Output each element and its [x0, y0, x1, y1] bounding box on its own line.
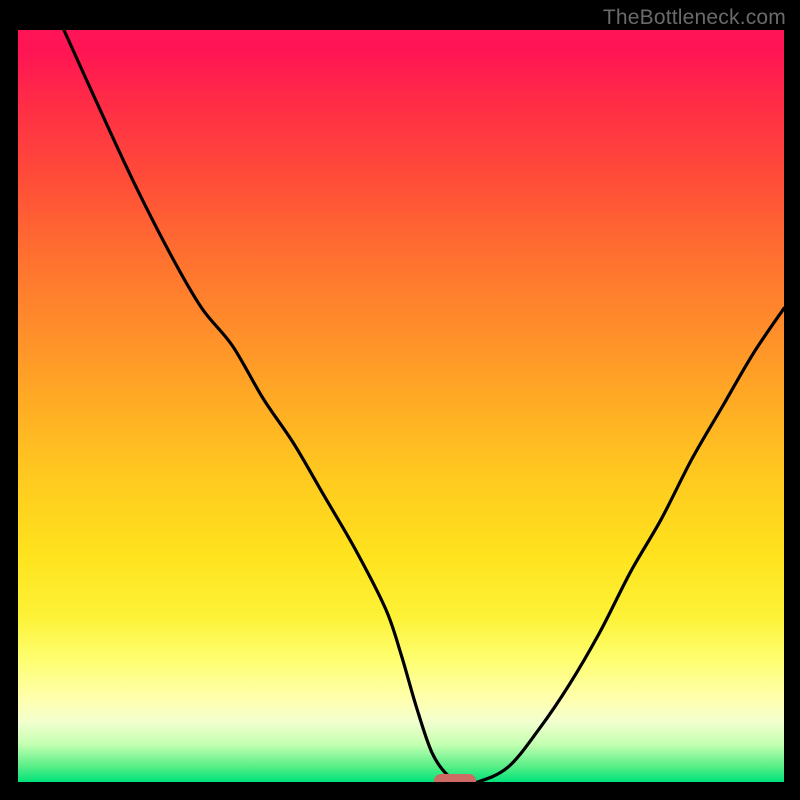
plot-area [18, 30, 784, 782]
optimum-marker [434, 774, 476, 782]
chart-frame: TheBottleneck.com [0, 0, 800, 800]
bottleneck-curve [18, 30, 784, 782]
watermark-text: TheBottleneck.com [603, 6, 786, 30]
